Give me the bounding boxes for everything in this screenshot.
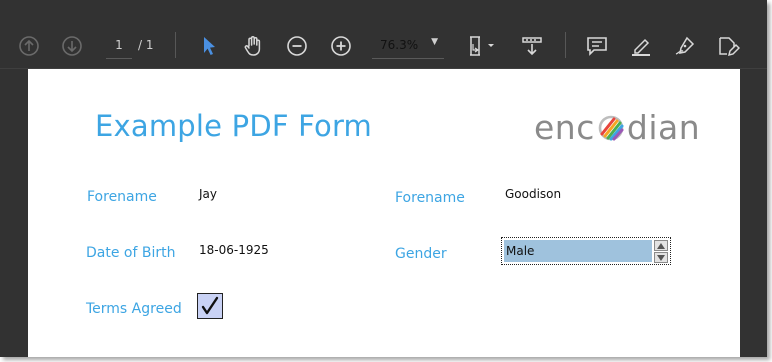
highlight-icon[interactable] bbox=[627, 32, 655, 60]
pdf-toolbar: / 1 76.3% ▼ bbox=[0, 0, 767, 69]
surname-label: Forename bbox=[395, 190, 465, 206]
chevron-down-icon: ▼ bbox=[431, 37, 438, 47]
logo-text-left: enc bbox=[534, 107, 595, 147]
zoom-out-icon[interactable] bbox=[283, 32, 311, 60]
zoom-in-icon[interactable] bbox=[327, 32, 355, 60]
forename-field[interactable]: Jay bbox=[199, 187, 217, 201]
cursor-icon[interactable] bbox=[195, 32, 223, 60]
terms-label: Terms Agreed bbox=[86, 301, 182, 317]
page-total-label: / 1 bbox=[138, 38, 154, 52]
arrow-up-icon[interactable] bbox=[15, 32, 43, 60]
checkmark-icon bbox=[201, 296, 219, 315]
download-icon[interactable] bbox=[518, 32, 546, 60]
page-number-input[interactable] bbox=[106, 32, 132, 59]
encodian-logo: enc dian bbox=[534, 107, 700, 147]
zoom-value: 76.3% bbox=[380, 38, 419, 52]
pdf-viewer-window: / 1 76.3% ▼ bbox=[0, 0, 767, 357]
terms-checkbox[interactable] bbox=[197, 293, 223, 319]
dob-field[interactable]: 18-06-1925 bbox=[199, 243, 269, 257]
pen-icon[interactable] bbox=[671, 32, 699, 60]
spin-up-icon[interactable] bbox=[654, 240, 668, 251]
comment-icon[interactable] bbox=[583, 32, 611, 60]
logo-mark-icon bbox=[598, 115, 624, 141]
surname-field[interactable]: Goodison bbox=[505, 187, 561, 201]
dob-label: Date of Birth bbox=[86, 245, 176, 261]
spin-down-icon[interactable] bbox=[654, 252, 668, 263]
forename-label: Forename bbox=[87, 189, 157, 205]
zoom-select[interactable]: 76.3% ▼ bbox=[372, 32, 444, 59]
logo-text-right: dian bbox=[626, 107, 701, 147]
toolbar-divider bbox=[565, 32, 566, 58]
toolbar-divider bbox=[175, 32, 176, 58]
hand-icon[interactable] bbox=[239, 32, 267, 60]
arrow-down-icon[interactable] bbox=[58, 32, 86, 60]
fit-page-icon[interactable] bbox=[462, 32, 500, 60]
document-title: Example PDF Form bbox=[95, 109, 373, 143]
gender-label: Gender bbox=[395, 246, 447, 262]
tag-edit-icon[interactable] bbox=[714, 32, 742, 60]
gender-value: Male bbox=[506, 244, 535, 258]
pdf-page: Example PDF Form enc dian Forename Jay F… bbox=[28, 69, 740, 357]
gender-select[interactable]: Male bbox=[501, 237, 671, 265]
